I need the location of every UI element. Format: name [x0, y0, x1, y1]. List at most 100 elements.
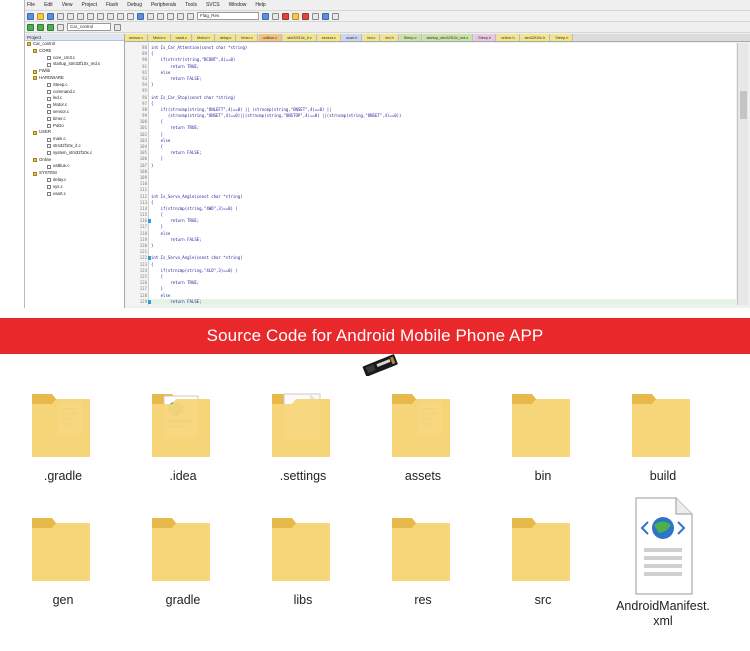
- paste-icon[interactable]: [87, 12, 94, 20]
- folder-item[interactable]: assets: [363, 380, 483, 484]
- tree-folder[interactable]: USER: [25, 129, 124, 136]
- folder-item[interactable]: src: [483, 504, 603, 608]
- rebuild-icon[interactable]: [302, 12, 309, 20]
- tree-file[interactable]: stm32f10x_it.c: [25, 143, 124, 150]
- redo-icon[interactable]: [107, 12, 114, 20]
- tree-file[interactable]: PoDo: [25, 123, 124, 130]
- copy-icon[interactable]: [77, 12, 84, 20]
- tree-file[interactable]: command.c: [25, 89, 124, 96]
- save-icon[interactable]: [47, 12, 54, 20]
- editor-tab[interactable]: timer.c: [237, 34, 258, 41]
- menu-item-file[interactable]: File: [27, 2, 35, 8]
- editor-tab[interactable]: Steep.h: [551, 34, 574, 41]
- editor-tab[interactable]: Motor.c: [149, 34, 171, 41]
- folder-item[interactable]: build: [603, 380, 723, 484]
- editor-tab[interactable]: stm32f10x_it.c: [283, 34, 317, 41]
- tree-file[interactable]: system_stm32f10x.c: [25, 150, 124, 157]
- debug-icon[interactable]: [272, 12, 279, 20]
- menu-item-debug[interactable]: Debug: [127, 2, 142, 8]
- uncomment-icon[interactable]: [187, 12, 194, 20]
- menu-item-svcs[interactable]: SVCS: [206, 2, 220, 8]
- editor-tab[interactable]: stm32f10x.h: [520, 34, 551, 41]
- tree-folder[interactable]: HARDWARE: [25, 75, 124, 82]
- menu-item-view[interactable]: View: [62, 2, 73, 8]
- scrollbar-thumb[interactable]: [740, 91, 747, 119]
- code-editor[interactable]: 88 int Is_Car_Attention(const char *strin…: [125, 43, 736, 305]
- editor-tab[interactable]: Steep.c: [399, 34, 422, 41]
- tree-file[interactable]: sys.c: [25, 184, 124, 191]
- tree-file[interactable]: startup_stm32f10x_md.s: [25, 61, 124, 68]
- tree-file[interactable]: Steep.c: [25, 82, 124, 89]
- stop-icon[interactable]: [282, 12, 289, 20]
- editor-tab[interactable]: usart.h: [341, 34, 363, 41]
- editor-tab[interactable]: sensor.c: [125, 34, 149, 41]
- rebuild-all-icon[interactable]: [47, 23, 54, 31]
- save-all-icon[interactable]: [57, 12, 64, 20]
- window-icon[interactable]: [322, 12, 329, 20]
- folder-item[interactable]: .settings: [243, 380, 363, 484]
- editor-tab[interactable]: sensor.c: [317, 34, 341, 41]
- bookmark-icon[interactable]: [137, 12, 144, 20]
- editor-tab[interactable]: delay.c: [215, 34, 237, 41]
- tree-label: usBlue.c: [53, 163, 70, 169]
- tree-folder[interactable]: FWlib: [25, 68, 124, 75]
- menu-item-peripherals[interactable]: Peripherals: [151, 2, 176, 8]
- forward-icon[interactable]: [127, 12, 134, 20]
- settings-icon[interactable]: [312, 12, 319, 20]
- tree-file[interactable]: Motor.c: [25, 102, 124, 109]
- new-file-icon[interactable]: [27, 12, 34, 20]
- tree-file[interactable]: sensor.c: [25, 109, 124, 116]
- compile-icon[interactable]: [27, 23, 34, 31]
- folder-item[interactable]: res: [363, 504, 483, 608]
- tree-folder[interactable]: CORE: [25, 48, 124, 55]
- build-icon[interactable]: [292, 12, 299, 20]
- tree-file[interactable]: led.c: [25, 95, 124, 102]
- tree-folder[interactable]: Online: [25, 157, 124, 164]
- menu-item-window[interactable]: Window: [229, 2, 247, 8]
- target-combo[interactable]: Flag_Res: [197, 12, 259, 20]
- indent-icon[interactable]: [157, 12, 164, 20]
- back-icon[interactable]: [117, 12, 124, 20]
- options-icon[interactable]: [114, 23, 121, 31]
- editor-tab[interactable]: online.h: [497, 34, 520, 41]
- folder-item[interactable]: libs: [243, 504, 363, 608]
- download-icon[interactable]: [57, 23, 64, 31]
- tree-folder[interactable]: Car_control: [25, 41, 124, 48]
- editor-tab[interactable]: led.h: [381, 34, 399, 41]
- tree-file[interactable]: usBlue.c: [25, 163, 124, 170]
- editor-tab[interactable]: usBlue.c: [258, 34, 283, 41]
- editor-tab[interactable]: usart.c: [171, 34, 192, 41]
- editor-tab[interactable]: startup_stm32f10x_md.s: [422, 34, 474, 41]
- tree-file[interactable]: delay.c: [25, 177, 124, 184]
- menu-item-help[interactable]: Help: [255, 2, 265, 8]
- folder-item[interactable]: .gradle: [3, 380, 123, 484]
- editor-tab[interactable]: Motor.h: [193, 34, 215, 41]
- tree-file[interactable]: core_cm3.c: [25, 55, 124, 62]
- undo-icon[interactable]: [97, 12, 104, 20]
- folder-item[interactable]: bin: [483, 380, 603, 484]
- outdent-icon[interactable]: [167, 12, 174, 20]
- folder-item[interactable]: gen: [3, 504, 123, 608]
- find-icon[interactable]: [147, 12, 154, 20]
- editor-tab[interactable]: Steep.h: [474, 34, 497, 41]
- folder-item[interactable]: .idea: [123, 380, 243, 484]
- menu-item-flash[interactable]: Flash: [106, 2, 118, 8]
- cut-icon[interactable]: [67, 12, 74, 20]
- folder-item[interactable]: gradle: [123, 504, 243, 608]
- menu-item-project[interactable]: Project: [81, 2, 97, 8]
- wrench-icon[interactable]: [332, 12, 339, 20]
- menu-item-tools[interactable]: Tools: [185, 2, 197, 8]
- file-item[interactable]: AndroidManifest.xml: [603, 497, 723, 629]
- build-target-icon[interactable]: [37, 23, 44, 31]
- tree-file[interactable]: timer.c: [25, 116, 124, 123]
- tree-file[interactable]: main.c: [25, 136, 124, 143]
- editor-scrollbar[interactable]: [737, 43, 748, 305]
- open-folder-icon[interactable]: [37, 12, 44, 20]
- tree-file[interactable]: usart.c: [25, 191, 124, 198]
- project-target-combo[interactable]: Car_control: [67, 23, 111, 31]
- menu-item-edit[interactable]: Edit: [44, 2, 53, 8]
- editor-tab[interactable]: led.c: [363, 34, 381, 41]
- search-icon[interactable]: [262, 12, 269, 20]
- tree-folder[interactable]: SYSTEM: [25, 170, 124, 177]
- comment-icon[interactable]: [177, 12, 184, 20]
